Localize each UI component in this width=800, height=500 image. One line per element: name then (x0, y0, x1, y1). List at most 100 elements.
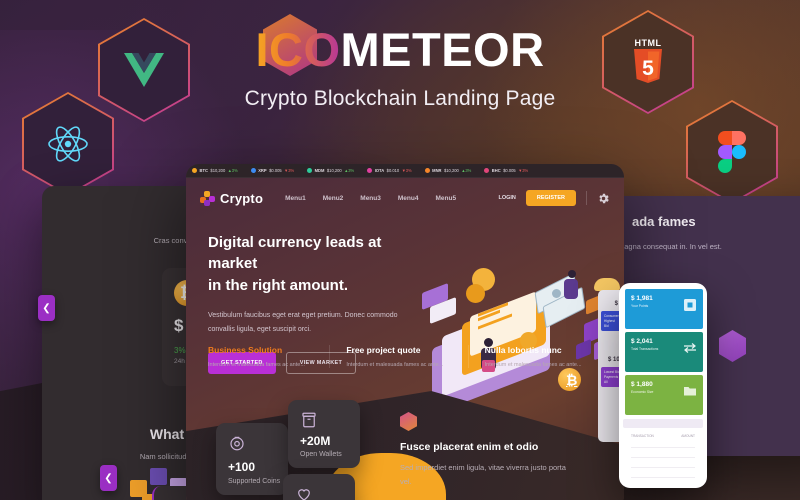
ticker-item[interactable]: MDM $10,200 ▲3% (307, 168, 354, 173)
list-header: TRANSACTION AMOUNT (623, 428, 703, 438)
coin-dot-icon (424, 168, 430, 173)
stat-label: Supported Coins (228, 478, 281, 485)
hero-body-text: Vestibulum faucibus eget erat eget preti… (208, 311, 398, 333)
ticker-item[interactable]: BTC $10,200 ▲3% (192, 168, 238, 173)
crypto-ticker-bar: BTC $10,200 ▲3% XRP $0.005 ▼3% MDM $10,2… (186, 164, 624, 178)
wallet-icon (300, 411, 318, 429)
stat-card-supported-coins: +100 Supported Coins (216, 423, 288, 495)
carousel-prev-button-top[interactable]: ❮ (38, 295, 55, 321)
ticker-symbol: MNR (432, 168, 442, 173)
ticker-price: $0.005 (269, 168, 282, 173)
carousel-prev-button-bottom[interactable]: ❮ (100, 465, 117, 491)
feature-text: Interdum et malesuada fames ac ante... (208, 362, 305, 368)
transfer-icon (683, 341, 697, 355)
coin-dot-icon (250, 168, 256, 173)
brand-meteor: METEOR (340, 23, 545, 76)
stat-value: +20M (300, 434, 331, 448)
chevron-left-icon: ❮ (42, 302, 51, 314)
ticker-price: $10,200 (444, 168, 459, 173)
feature-title: Free project quote (346, 345, 421, 355)
square-icon (683, 298, 697, 312)
ticker-change: ▲3% (344, 168, 355, 173)
mobile-dashboard-mockup: $ 1,981 Your Points $ 2,041 Total Transa… (619, 283, 707, 488)
logo-text: Crypto (220, 190, 264, 206)
table-row[interactable] (631, 448, 695, 458)
poster-stage: HTML 5 ICOMETEOR Crypto Blockchain Landi… (0, 0, 800, 500)
heart-icon (295, 485, 313, 500)
chevron-left-icon: ❮ (104, 472, 113, 484)
coin-icon (228, 434, 246, 452)
hero-heading: Digital currency leads at market in the … (208, 232, 423, 296)
stat-label: Open Wallets (300, 451, 342, 458)
ticker-symbol: MDM (314, 168, 325, 173)
feature-columns: Business Solution Interdum et malesuada … (208, 345, 606, 368)
dashboard-tile[interactable]: $ 1,981 Your Points (625, 289, 703, 329)
side-card-label: Consumer Highest Bid (604, 314, 619, 328)
table-row[interactable] (631, 468, 695, 478)
navbar-actions: LOGIN REGISTER (498, 190, 610, 206)
site-logo[interactable]: Crypto (200, 190, 264, 206)
stat-card-heart (283, 474, 355, 500)
ticker-change: ▲3% (461, 168, 472, 173)
feature-nulla-lobortis-nunc: Nulla lobortis nunc Interdum et malesuad… (467, 345, 606, 368)
stat-card-open-wallets: +20M Open Wallets (288, 400, 360, 468)
feature-business-solution: Business Solution Interdum et malesuada … (208, 345, 329, 368)
hero-isometric-illustration: ₿ (408, 264, 620, 415)
coin-dot-icon (192, 168, 197, 173)
figma-logo-icon (686, 100, 778, 204)
gear-icon[interactable] (597, 192, 610, 205)
nav-item-menu5[interactable]: Menu5 (435, 195, 456, 202)
ticker-item[interactable]: BHC $0.005 ▼3% (484, 168, 528, 173)
brand-ico: ICO (255, 23, 341, 76)
figma-logo-badge (686, 100, 778, 204)
coin-dot-icon (307, 168, 313, 173)
list-toolbar[interactable] (623, 419, 703, 428)
dashboard-tile[interactable]: $ 1,880 Economic Size (625, 375, 703, 415)
ticker-item[interactable]: XRP $0.005 ▼3% (250, 168, 294, 173)
site-navbar: Crypto Menu1 Menu2 Menu3 Menu4 Menu5 LOG… (186, 178, 624, 218)
right-panel-heading: ada fames (632, 214, 696, 229)
ticker-price: $10,200 (326, 168, 342, 173)
section-body: Sed imperdiet enim ligula, vitae viverra… (400, 463, 566, 486)
feature-title: Nulla lobortis nunc (484, 345, 562, 355)
feature-free-project-quote: Free project quote Interdum et malesuada… (329, 345, 467, 368)
ticker-price: $0.005 (503, 168, 516, 173)
nav-item-menu2[interactable]: Menu2 (323, 195, 344, 202)
ticker-price: $10,200 (210, 168, 226, 173)
navbar-divider (586, 191, 587, 205)
list-rows (623, 438, 703, 478)
section-title: Fusce placerat enim et odio (400, 441, 539, 453)
hero-heading-line-2: in the right amount. (208, 276, 348, 294)
nav-item-menu3[interactable]: Menu3 (360, 195, 381, 202)
table-row[interactable] (631, 458, 695, 468)
ticker-symbol: IOTA (374, 168, 385, 173)
ticker-item[interactable]: IOTA $0.010 ▼3% (367, 168, 412, 173)
section-hex-marker (400, 412, 417, 431)
dashboard-tiles: $ 1,981 Your Points $ 2,041 Total Transa… (625, 289, 703, 418)
dashboard-tile[interactable]: $ 2,041 Total Transactions (625, 332, 703, 372)
nav-item-menu4[interactable]: Menu4 (398, 195, 419, 202)
ticker-item[interactable]: MNR $10,200 ▲3% (424, 168, 472, 173)
login-link[interactable]: LOGIN (498, 195, 515, 201)
table-row[interactable] (631, 438, 695, 448)
fusce-section: Fusce placerat enim et odio Sed imperdie… (400, 412, 590, 500)
feature-text: Interdum et malesuada fames ac ante... (484, 362, 582, 368)
feature-title: Business Solution (208, 345, 283, 355)
coin-dot-icon (484, 168, 490, 173)
ticker-symbol: BHC (491, 168, 501, 173)
register-button[interactable]: REGISTER (525, 190, 576, 206)
page-subtitle: Crypto Blockchain Landing Page (244, 87, 556, 110)
ticker-change: ▼3% (518, 168, 529, 173)
list-header-col-1: TRANSACTION (631, 434, 654, 438)
main-menu: Menu1 Menu2 Menu3 Menu4 Menu5 (285, 195, 456, 202)
feature-text: Interdum et malesuada fames ac ante... (346, 362, 444, 368)
coin-dot-icon (367, 168, 373, 173)
ticker-change: ▼3% (401, 168, 412, 173)
ticker-change: ▲3% (227, 168, 238, 173)
list-header-col-2: AMOUNT (681, 434, 695, 438)
poster-title-block: ICOMETEOR Crypto Blockchain Landing Page (0, 14, 800, 111)
ticker-symbol: XRP (258, 168, 267, 173)
ticker-price: $0.010 (386, 168, 400, 173)
crypto-logo-icon (200, 190, 215, 206)
nav-item-menu1[interactable]: Menu1 (285, 195, 306, 202)
